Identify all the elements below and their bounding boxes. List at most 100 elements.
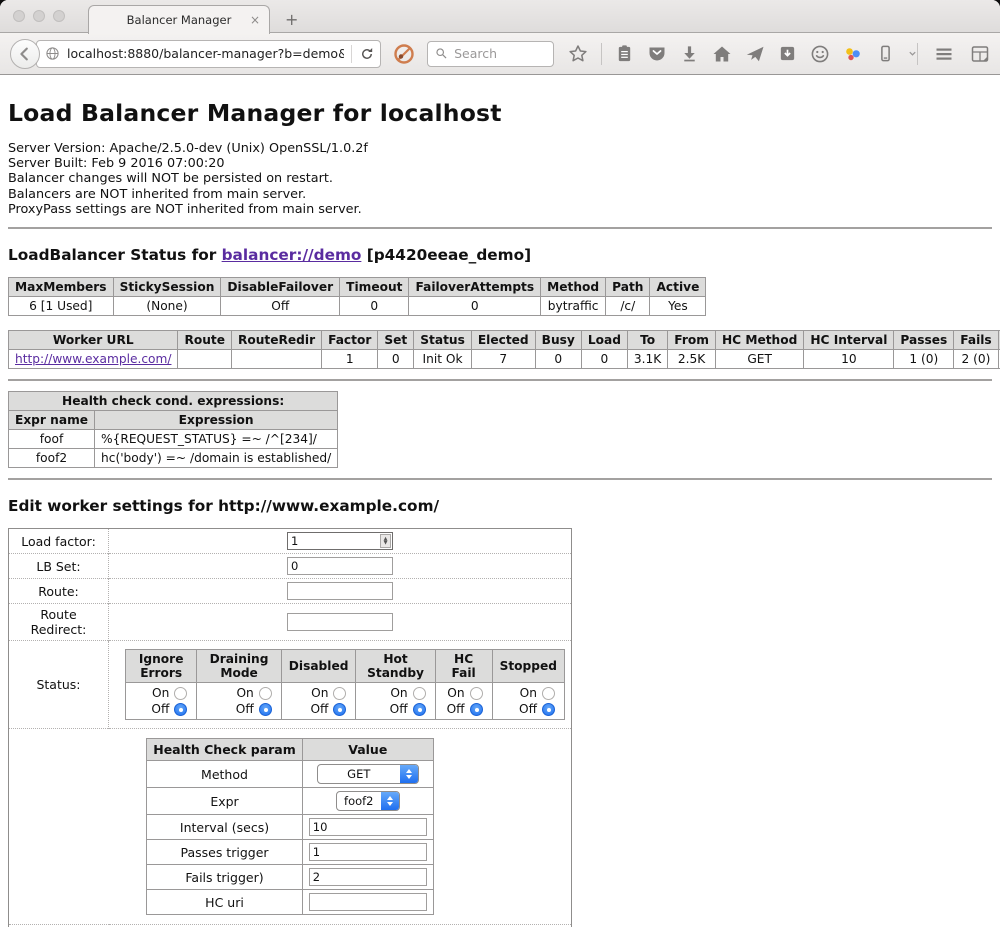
- status-draining-mode-options: On Off: [197, 683, 281, 720]
- val-to: 3.1K: [627, 350, 667, 369]
- balancer-status-table: MaxMembers StickySession DisableFailover…: [8, 277, 706, 316]
- globe-icon[interactable]: [45, 46, 60, 61]
- col-path: Path: [606, 278, 650, 297]
- back-button[interactable]: [10, 39, 40, 69]
- blocker-icon[interactable]: [393, 43, 415, 65]
- toolbar-separator: [601, 43, 602, 65]
- col-hot-standby: Hot Standby: [356, 650, 435, 683]
- form-row-health-check: Health Check param Value Method GET: [9, 729, 572, 925]
- val-timeout: 0: [340, 297, 409, 316]
- device-sync-icon[interactable]: [876, 44, 895, 63]
- expr-value: %{REQUEST_STATUS} =~ /^[234]/: [95, 430, 338, 449]
- off-label: Off: [236, 702, 254, 716]
- new-tab-button[interactable]: +: [285, 10, 298, 29]
- load-factor-stepper[interactable]: ▲▼: [287, 532, 393, 550]
- val-set: 0: [378, 350, 414, 369]
- status-hc-fail-options: On Off: [435, 683, 492, 720]
- worker-status-table: Worker URL Route RouteRedir Factor Set S…: [8, 330, 1000, 369]
- number-spinner-icon[interactable]: ▲▼: [380, 534, 391, 548]
- on-label: On: [152, 686, 169, 700]
- pocket-icon[interactable]: [647, 44, 667, 64]
- balancer-link[interactable]: balancer://demo: [222, 246, 362, 264]
- radio-off[interactable]: [413, 703, 426, 716]
- bookmark-star-icon[interactable]: [568, 44, 588, 64]
- col-expression: Expression: [95, 411, 338, 430]
- col-load: Load: [581, 331, 627, 350]
- caret-down-icon[interactable]: [908, 49, 917, 58]
- server-built-line: Server Built: Feb 9 2016 07:00:20: [8, 156, 992, 171]
- minimize-window-button[interactable]: [33, 10, 45, 22]
- col-from: From: [668, 331, 716, 350]
- lb-set-input[interactable]: [287, 557, 393, 575]
- lb-set-label: LB Set:: [9, 554, 109, 579]
- tab-balancer-manager[interactable]: Balancer Manager ×: [88, 5, 270, 34]
- route-redirect-input[interactable]: [287, 613, 393, 631]
- radio-off[interactable]: [542, 703, 555, 716]
- val-active: Yes: [650, 297, 706, 316]
- val-fails: 2 (0): [954, 350, 998, 369]
- radio-off[interactable]: [259, 703, 272, 716]
- smiley-icon[interactable]: [810, 44, 830, 64]
- reload-icon[interactable]: [359, 46, 375, 62]
- load-factor-input[interactable]: [287, 532, 393, 550]
- val-path: /c/: [606, 297, 650, 316]
- home-icon[interactable]: [712, 44, 732, 64]
- hc-row-hc-uri: HC uri: [147, 890, 434, 915]
- radio-off[interactable]: [470, 703, 483, 716]
- off-label: Off: [310, 702, 328, 716]
- health-check-param-table: Health Check param Value Method GET: [146, 738, 434, 915]
- col-disabled: Disabled: [281, 650, 356, 683]
- close-window-button[interactable]: [13, 10, 25, 22]
- reading-list-icon[interactable]: [615, 44, 634, 63]
- proxypass-notice-line: ProxyPass settings are NOT inherited fro…: [8, 202, 992, 217]
- downloads-icon[interactable]: [680, 44, 699, 63]
- passes-input[interactable]: [309, 843, 427, 861]
- worker-row: http://www.example.com/ 1 0 Init Ok 7 0 …: [9, 350, 1000, 369]
- server-info: Server Version: Apache/2.5.0-dev (Unix) …: [8, 141, 992, 217]
- save-to-device-icon[interactable]: [778, 44, 797, 63]
- radio-on[interactable]: [470, 687, 483, 700]
- url-text[interactable]: localhost:8880/balancer-manager?b=demo&w…: [67, 46, 344, 61]
- hc-row-fails: Fails trigger): [147, 865, 434, 890]
- val-route: [178, 350, 232, 369]
- window-controls[interactable]: [13, 10, 65, 22]
- val-maxmembers: 6 [1 Used]: [9, 297, 114, 316]
- page-title: Load Balancer Manager for localhost: [8, 99, 992, 127]
- interval-input[interactable]: [309, 818, 427, 836]
- tab-close-icon[interactable]: ×: [250, 14, 260, 26]
- method-select[interactable]: GET: [317, 764, 419, 784]
- passes-label: Passes trigger: [147, 840, 303, 865]
- expr-select[interactable]: foof2: [336, 791, 400, 811]
- fails-input[interactable]: [309, 868, 427, 886]
- off-label: Off: [390, 702, 408, 716]
- menu-icon[interactable]: [934, 44, 954, 64]
- radio-on[interactable]: [333, 687, 346, 700]
- navigation-toolbar: localhost:8880/balancer-manager?b=demo&w…: [0, 33, 1000, 75]
- radio-on[interactable]: [259, 687, 272, 700]
- health-check-expressions-table: Health check cond. expressions: Expr nam…: [8, 391, 338, 468]
- colors-icon[interactable]: [843, 44, 863, 64]
- url-bar[interactable]: localhost:8880/balancer-manager?b=demo&w…: [36, 40, 381, 68]
- search-placeholder[interactable]: Search: [454, 46, 497, 61]
- radio-on[interactable]: [174, 687, 187, 700]
- worker-url-link[interactable]: http://www.example.com/: [15, 352, 171, 366]
- radio-on[interactable]: [413, 687, 426, 700]
- hc-expr-title: Health check cond. expressions:: [9, 392, 338, 411]
- radio-off[interactable]: [333, 703, 346, 716]
- tab-strip: Balancer Manager × +: [0, 0, 1000, 33]
- tiles-icon[interactable]: [970, 44, 990, 64]
- val-from: 2.5K: [668, 350, 716, 369]
- radio-on[interactable]: [542, 687, 555, 700]
- col-fails: Fails: [954, 331, 998, 350]
- zoom-window-button[interactable]: [53, 10, 65, 22]
- hc-uri-input[interactable]: [309, 893, 427, 911]
- toolbar-separator: [917, 43, 918, 65]
- col-method: Method: [541, 278, 606, 297]
- radio-off[interactable]: [174, 703, 187, 716]
- page-content: Load Balancer Manager for localhost Serv…: [0, 99, 1000, 927]
- search-field[interactable]: Search: [427, 41, 554, 67]
- send-icon[interactable]: [745, 44, 765, 64]
- form-row-route-redirect: Route Redirect:: [9, 604, 572, 641]
- route-input[interactable]: [287, 582, 393, 600]
- col-route: Route: [178, 331, 232, 350]
